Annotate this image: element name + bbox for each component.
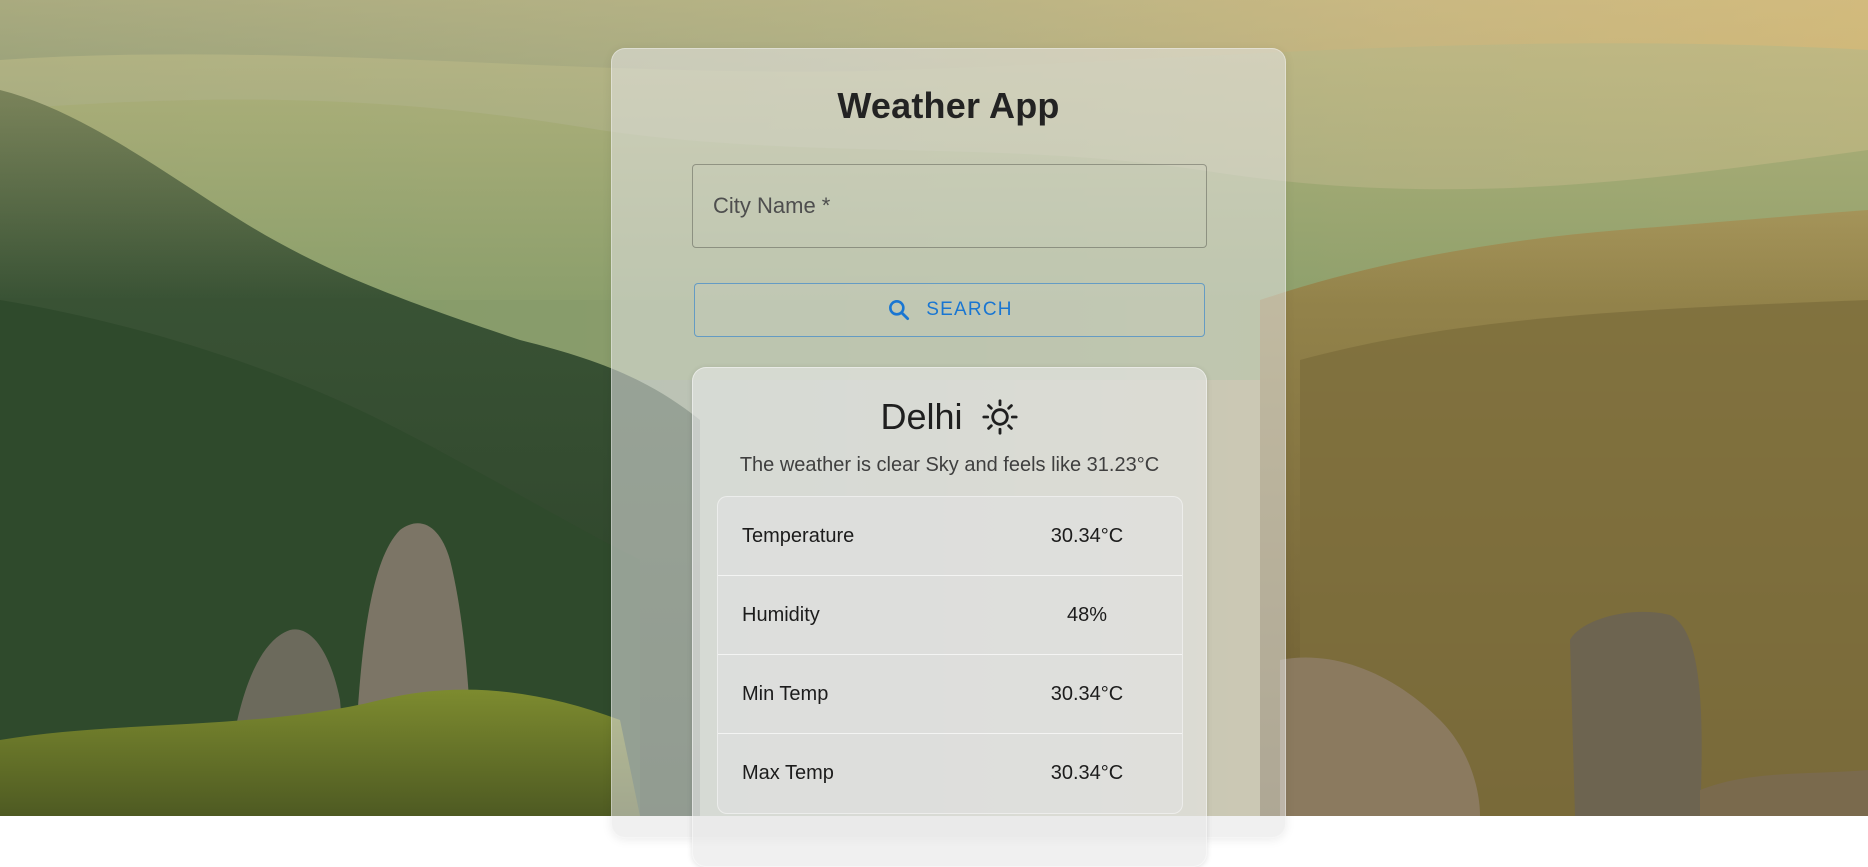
city-name: Delhi <box>880 396 963 437</box>
stat-label: Humidity <box>742 603 820 626</box>
city-name-field[interactable] <box>692 164 1207 248</box>
stat-value: 30.34°C <box>1050 682 1124 705</box>
table-row: Temperature 30.34°C <box>718 497 1182 576</box>
stat-value: 30.34°C <box>1050 762 1124 784</box>
stat-value: 48% <box>1066 603 1108 626</box>
weather-description: The weather is clear Sky and feels like … <box>739 454 1160 476</box>
search-icon <box>886 297 912 323</box>
search-button-label: SEARCH <box>926 299 1013 320</box>
city-name-input[interactable] <box>693 165 1206 247</box>
stat-label: Min Temp <box>742 682 829 705</box>
page-title: Weather App <box>837 85 1060 126</box>
stat-label: Temperature <box>742 524 855 547</box>
weather-stats-table: Temperature 30.34°C Humidity 48% Min Tem… <box>717 496 1183 814</box>
search-button[interactable]: SEARCH <box>694 283 1205 337</box>
table-row: Min Temp 30.34°C <box>718 655 1182 734</box>
table-row: Humidity 48% <box>718 576 1182 655</box>
weather-app-panel: Weather App SEARCH Delhi <box>611 48 1286 867</box>
stat-value: 30.34°C <box>1050 524 1124 547</box>
weather-result-card: Delhi The weather is clear Sky and feels… <box>692 367 1207 867</box>
city-heading: Delhi <box>693 396 1206 438</box>
table-row: Max Temp 30.34°C <box>718 734 1182 813</box>
stat-label: Max Temp <box>742 762 834 784</box>
sun-icon <box>981 398 1019 436</box>
